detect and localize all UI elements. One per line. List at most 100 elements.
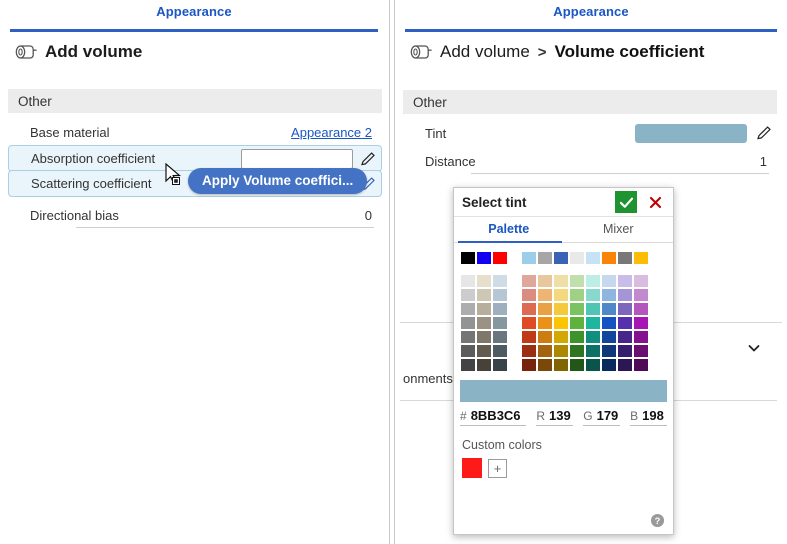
color-swatch[interactable]: [569, 316, 585, 330]
color-swatch[interactable]: [601, 344, 617, 358]
color-swatch[interactable]: [569, 288, 585, 302]
color-swatch[interactable]: [553, 344, 569, 358]
color-swatch[interactable]: [633, 274, 649, 288]
red-field[interactable]: R 139: [536, 408, 574, 426]
color-swatch[interactable]: [521, 251, 537, 265]
color-swatch[interactable]: [492, 274, 508, 288]
color-swatch[interactable]: [553, 316, 569, 330]
theme-color-swatches[interactable]: [521, 251, 649, 265]
color-swatch[interactable]: [633, 288, 649, 302]
color-swatch[interactable]: [476, 316, 492, 330]
color-swatch[interactable]: [460, 316, 476, 330]
color-swatch[interactable]: [633, 316, 649, 330]
color-swatch[interactable]: [476, 358, 492, 372]
color-swatch[interactable]: [537, 344, 553, 358]
tab-appearance-right[interactable]: Appearance: [395, 4, 787, 19]
color-swatch[interactable]: [553, 288, 569, 302]
color-swatch[interactable]: [601, 330, 617, 344]
color-swatch[interactable]: [476, 274, 492, 288]
color-swatch[interactable]: [633, 358, 649, 372]
color-swatch[interactable]: [537, 316, 553, 330]
basic-color-swatches[interactable]: [460, 251, 508, 265]
color-swatch[interactable]: [585, 330, 601, 344]
color-swatch[interactable]: [585, 316, 601, 330]
neutral-swatch-grid[interactable]: [460, 274, 508, 372]
color-swatch[interactable]: [585, 274, 601, 288]
color-swatch[interactable]: [492, 302, 508, 316]
color-swatch[interactable]: [569, 302, 585, 316]
color-swatch[interactable]: [617, 274, 633, 288]
color-swatch[interactable]: [617, 251, 633, 265]
color-swatch[interactable]: [476, 302, 492, 316]
color-swatch[interactable]: [521, 274, 537, 288]
color-swatch[interactable]: [553, 358, 569, 372]
color-swatch[interactable]: [553, 302, 569, 316]
color-swatch[interactable]: [617, 288, 633, 302]
tab-palette[interactable]: Palette: [454, 217, 564, 242]
base-material-link[interactable]: Appearance 2: [291, 125, 382, 140]
color-swatch[interactable]: [569, 330, 585, 344]
color-swatch[interactable]: [537, 358, 553, 372]
color-swatch[interactable]: [617, 330, 633, 344]
blue-field[interactable]: B 198: [630, 408, 667, 426]
color-swatch[interactable]: [521, 288, 537, 302]
custom-swatch-list[interactable]: [462, 458, 482, 478]
color-swatch[interactable]: [569, 358, 585, 372]
color-swatch[interactable]: [617, 344, 633, 358]
row-distance[interactable]: Distance 1: [403, 148, 777, 174]
color-swatch[interactable]: [537, 330, 553, 344]
color-swatch[interactable]: [521, 344, 537, 358]
color-swatch[interactable]: [601, 358, 617, 372]
color-swatch[interactable]: [585, 302, 601, 316]
row-directional-bias[interactable]: Directional bias 0: [8, 202, 382, 228]
color-swatch[interactable]: [460, 330, 476, 344]
breadcrumb-root[interactable]: Add volume: [440, 42, 530, 62]
color-swatch[interactable]: [537, 274, 553, 288]
color-swatch[interactable]: [492, 316, 508, 330]
color-swatch[interactable]: [476, 344, 492, 358]
row-base-material[interactable]: Base material Appearance 2: [8, 119, 382, 145]
color-swatch[interactable]: [601, 251, 617, 265]
color-swatch[interactable]: [617, 316, 633, 330]
edit-pencil-icon[interactable]: [755, 124, 773, 142]
color-swatch[interactable]: [476, 288, 492, 302]
color-swatch[interactable]: [537, 288, 553, 302]
color-swatch[interactable]: [553, 330, 569, 344]
color-swatch[interactable]: [460, 358, 476, 372]
accent-swatch-grid[interactable]: [521, 274, 649, 372]
hex-field[interactable]: # 8BB3C6: [460, 408, 527, 426]
color-swatch[interactable]: [601, 288, 617, 302]
tab-appearance-left[interactable]: Appearance: [0, 4, 388, 19]
color-swatch[interactable]: [633, 251, 649, 265]
color-swatch[interactable]: [521, 358, 537, 372]
color-swatch[interactable]: [476, 330, 492, 344]
color-swatch[interactable]: [537, 302, 553, 316]
color-swatch[interactable]: [460, 344, 476, 358]
absorption-coefficient-input[interactable]: [241, 148, 353, 169]
color-swatch[interactable]: [601, 316, 617, 330]
color-swatch[interactable]: [569, 251, 585, 265]
color-swatch[interactable]: [569, 274, 585, 288]
color-swatch[interactable]: [460, 251, 476, 265]
confirm-button[interactable]: [615, 191, 637, 213]
green-field[interactable]: G 179: [583, 408, 621, 426]
help-icon[interactable]: ?: [650, 513, 665, 528]
color-swatch[interactable]: [492, 358, 508, 372]
color-swatch[interactable]: [521, 302, 537, 316]
color-swatch[interactable]: [569, 344, 585, 358]
color-swatch[interactable]: [585, 358, 601, 372]
color-swatch[interactable]: [476, 251, 492, 265]
color-swatch[interactable]: [633, 302, 649, 316]
row-tint[interactable]: Tint: [403, 120, 777, 146]
color-swatch[interactable]: [553, 251, 569, 265]
color-swatch[interactable]: [460, 288, 476, 302]
color-swatch[interactable]: [460, 302, 476, 316]
color-swatch[interactable]: [492, 251, 508, 265]
color-swatch[interactable]: [633, 344, 649, 358]
color-swatch[interactable]: [492, 330, 508, 344]
cancel-button[interactable]: [645, 191, 665, 213]
color-swatch[interactable]: [585, 251, 601, 265]
color-swatch[interactable]: [492, 288, 508, 302]
color-swatch[interactable]: [585, 288, 601, 302]
add-custom-color-button[interactable]: +: [488, 458, 507, 478]
